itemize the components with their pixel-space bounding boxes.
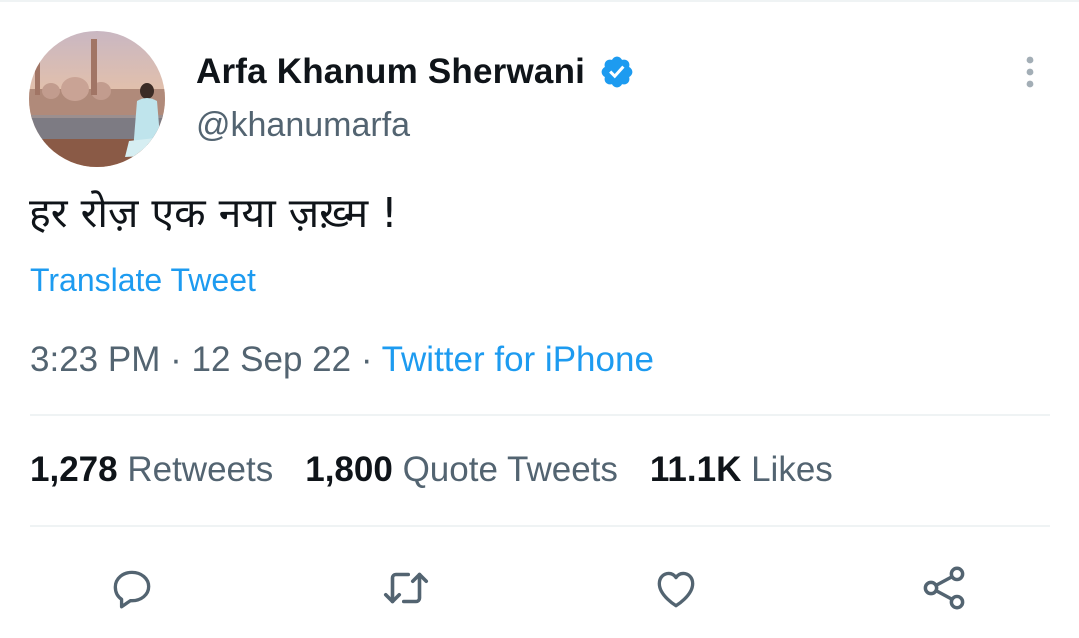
tweet-metadata: 3:23 PM · 12 Sep 22 · Twitter for iPhone (30, 340, 654, 380)
likes-stat[interactable]: 11.1K Likes (650, 450, 833, 490)
tweet-time[interactable]: 3:23 PM (30, 340, 160, 379)
tweet-date[interactable]: 12 Sep 22 (191, 340, 351, 379)
verified-badge-icon (599, 54, 635, 90)
reply-icon[interactable] (104, 560, 160, 616)
quote-tweets-count: 1,800 (305, 450, 393, 489)
quote-tweets-stat[interactable]: 1,800 Quote Tweets (305, 450, 618, 490)
tweet-source[interactable]: Twitter for iPhone (382, 340, 654, 379)
divider (30, 525, 1050, 527)
retweets-count: 1,278 (30, 450, 118, 489)
quote-tweets-label: Quote Tweets (402, 450, 618, 489)
display-name[interactable]: Arfa Khanum Sherwani (196, 52, 585, 92)
meta-separator: · (170, 340, 182, 379)
retweets-label: Retweets (127, 450, 274, 489)
meta-separator: · (360, 340, 373, 379)
user-handle[interactable]: @khanumarfa (196, 106, 410, 145)
author-row: Arfa Khanum Sherwani (196, 48, 635, 96)
divider (30, 414, 1050, 416)
avatar[interactable] (29, 31, 165, 167)
likes-label: Likes (751, 450, 833, 489)
like-icon[interactable] (648, 560, 704, 616)
tweet-text: हर रोज़ एक नया ज़ख़्म ! (29, 189, 398, 237)
engagement-stats: 1,278 Retweets 1,800 Quote Tweets 11.1K … (30, 450, 865, 490)
likes-count: 11.1K (649, 450, 742, 489)
top-divider (0, 0, 1079, 2)
retweet-icon[interactable] (378, 560, 434, 616)
action-bar (0, 560, 1079, 620)
translate-tweet-link[interactable]: Translate Tweet (30, 262, 256, 299)
share-icon[interactable] (916, 560, 972, 616)
more-options-icon[interactable] (1010, 52, 1050, 92)
retweets-stat[interactable]: 1,278 Retweets (30, 450, 273, 490)
